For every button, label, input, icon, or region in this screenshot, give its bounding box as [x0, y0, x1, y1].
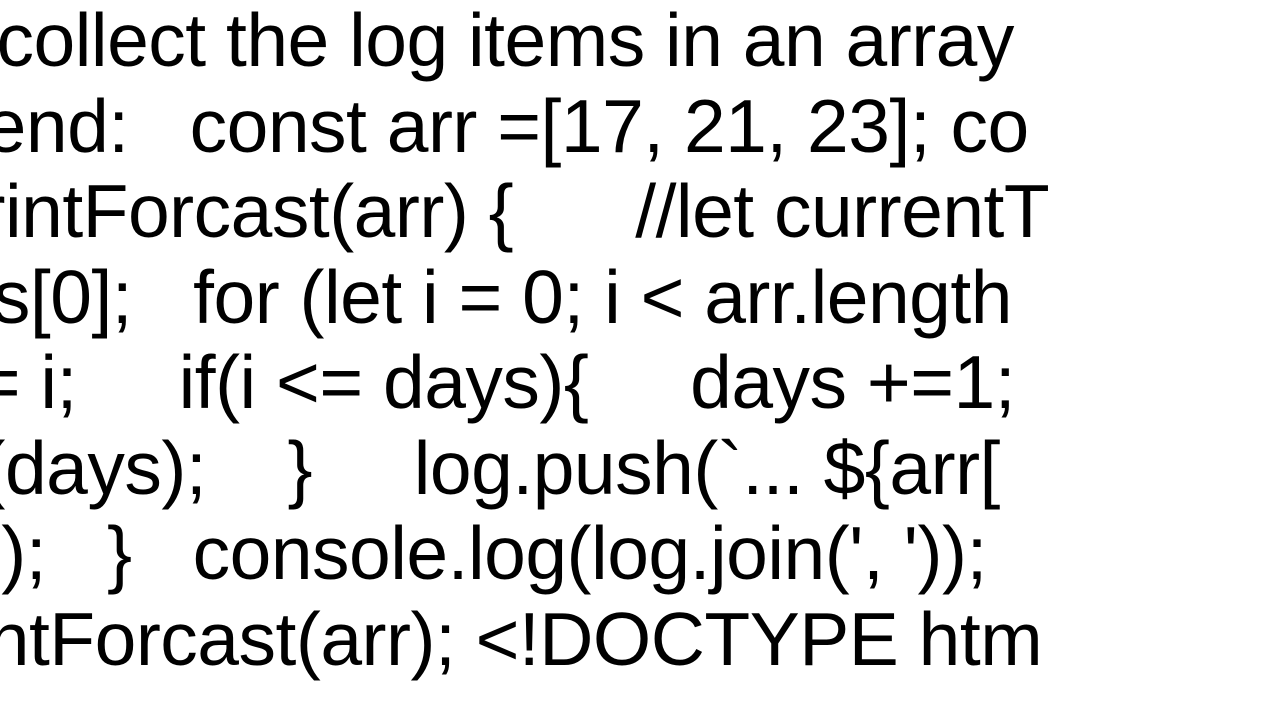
code-text-block: : Just collect the log items in an array… [0, 0, 1080, 682]
